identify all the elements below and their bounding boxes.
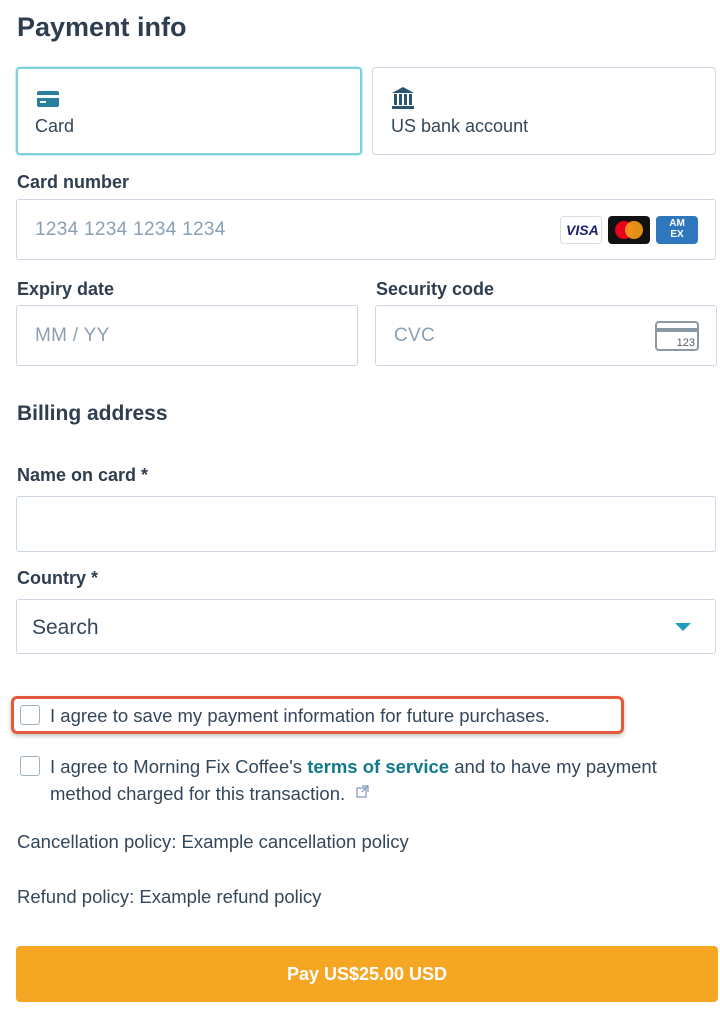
billing-address-heading: Billing address [17, 402, 168, 425]
save-payment-info-checkbox[interactable] [20, 705, 40, 725]
cvc-card-icon: 123 [655, 321, 699, 351]
name-on-card-input[interactable] [16, 496, 716, 552]
country-label: Country * [17, 568, 98, 588]
pay-button[interactable]: Pay US$25.00 USD [16, 946, 718, 1002]
amex-icon: AM EX [656, 216, 698, 244]
terms-checkbox[interactable] [20, 756, 40, 776]
terms-text: I agree to Morning Fix Coffee's terms of… [50, 756, 657, 804]
cancellation-policy-text: Cancellation policy: Example cancellatio… [17, 831, 409, 852]
tab-card-label: Card [35, 116, 75, 136]
tab-us-bank-account[interactable]: US bank account [372, 67, 716, 155]
terms-of-service-link[interactable]: terms of service [307, 756, 449, 777]
mastercard-icon [608, 216, 650, 244]
expiry-date-input[interactable] [16, 305, 358, 366]
bank-icon [391, 86, 415, 109]
save-payment-info-text: I agree to save my payment information f… [50, 705, 550, 726]
page-title: Payment info [17, 12, 187, 42]
security-code-label: Security code [376, 279, 495, 299]
credit-card-icon [36, 89, 60, 109]
visa-icon: VISA [560, 216, 602, 244]
name-on-card-label: Name on card * [17, 465, 149, 485]
expiry-date-label: Expiry date [17, 279, 115, 299]
tab-us-bank-account-label: US bank account [391, 116, 529, 136]
refund-policy-text: Refund policy: Example refund policy [17, 886, 322, 907]
external-link-icon[interactable] [356, 779, 369, 804]
tab-card[interactable]: Card [16, 67, 362, 155]
caret-down-icon [675, 623, 691, 631]
country-select[interactable]: Search [16, 599, 716, 654]
card-number-label: Card number [17, 172, 130, 192]
country-select-value: Search [32, 616, 99, 639]
